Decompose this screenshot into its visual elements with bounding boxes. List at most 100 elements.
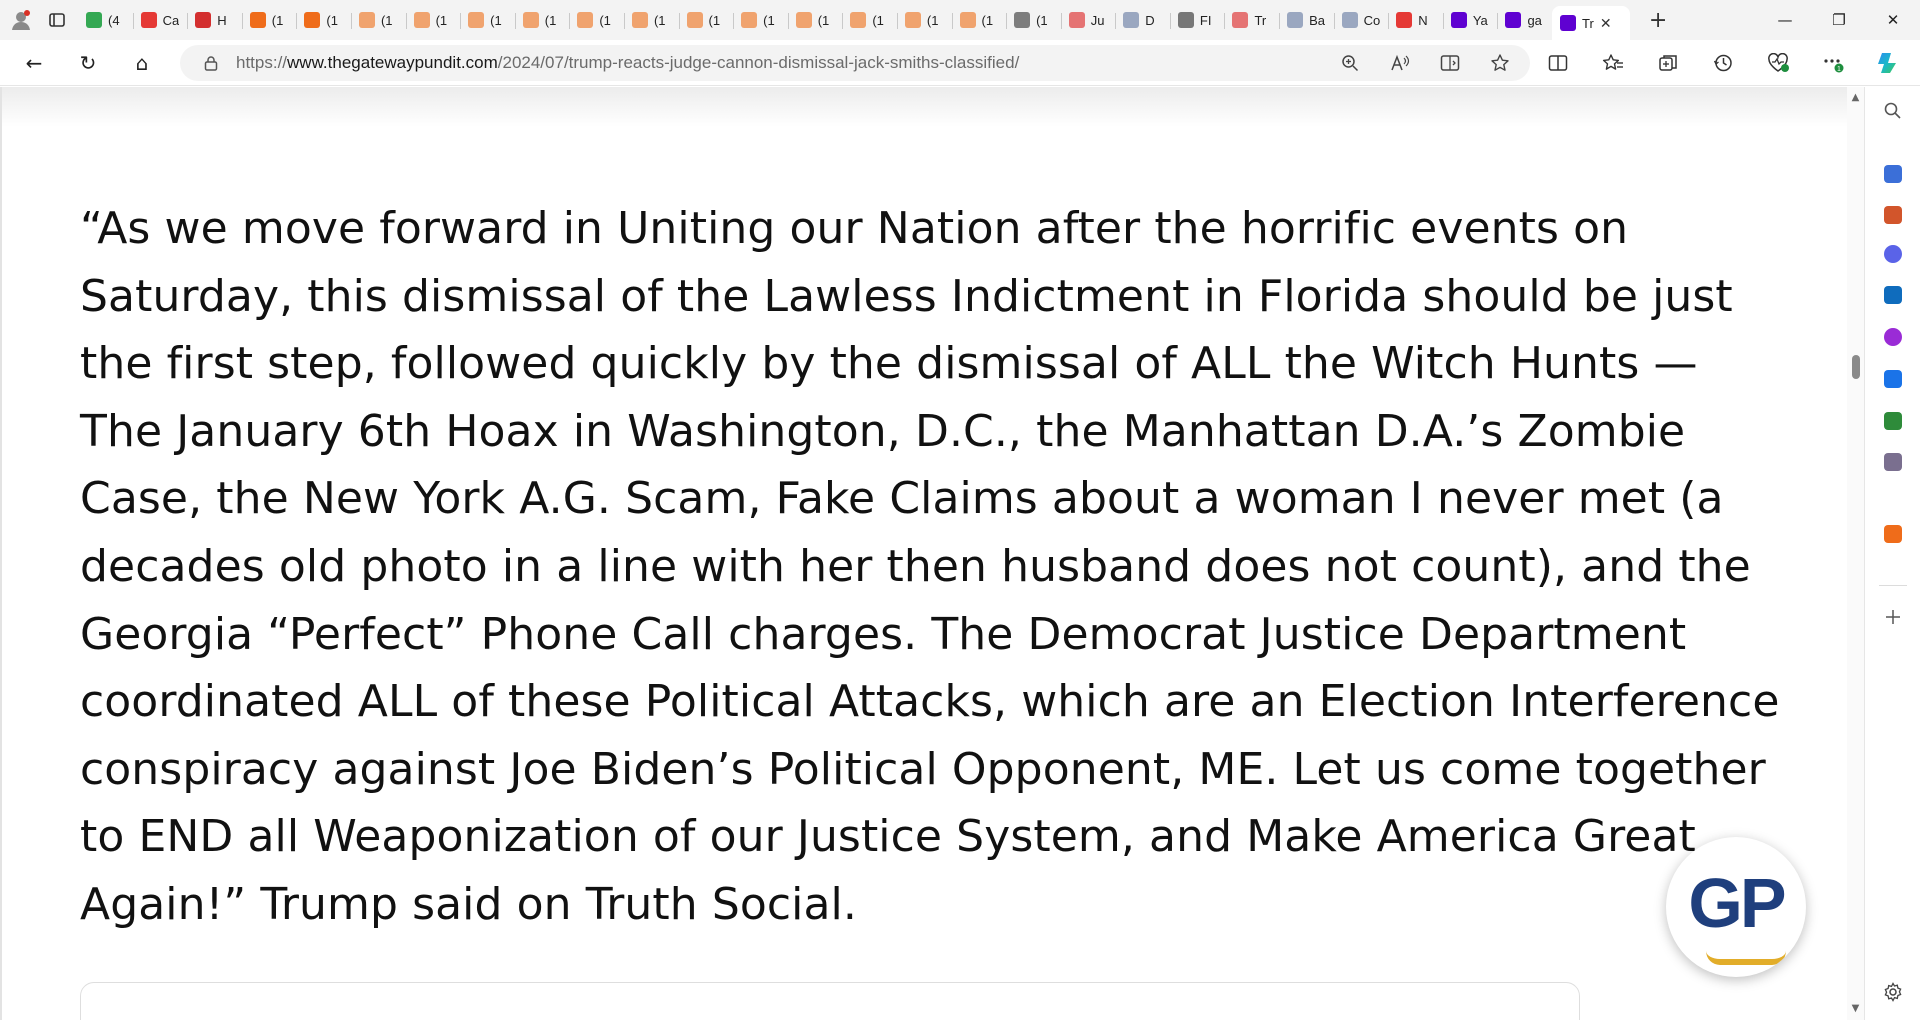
content-left-rule bbox=[0, 87, 2, 1020]
svg-text:1: 1 bbox=[1837, 66, 1841, 73]
tab-title: (1 bbox=[708, 12, 721, 28]
browser-tab[interactable]: Ba bbox=[1279, 4, 1334, 36]
copilot-icon[interactable] bbox=[1870, 45, 1906, 81]
gp-logo-badge[interactable]: GP bbox=[1666, 837, 1806, 977]
profile-button[interactable] bbox=[6, 5, 36, 35]
browser-tab[interactable]: D bbox=[1115, 4, 1170, 36]
tab-actions-button[interactable] bbox=[42, 5, 72, 35]
browser-tab[interactable]: (1 bbox=[405, 4, 461, 36]
browser-tab[interactable]: Tr bbox=[1224, 4, 1279, 36]
browser-tab[interactable]: Ya bbox=[1442, 4, 1498, 36]
browser-tab[interactable]: Ju bbox=[1060, 4, 1116, 36]
tab-title: (1 bbox=[380, 12, 393, 28]
tab-title: (1 bbox=[817, 12, 830, 28]
refresh-button[interactable]: ↻ bbox=[70, 45, 106, 81]
browser-tab[interactable]: (1 bbox=[951, 4, 1007, 36]
m365-icon[interactable] bbox=[1881, 242, 1905, 266]
browser-tab[interactable]: Co bbox=[1333, 4, 1389, 36]
browser-tab[interactable]: (1 bbox=[514, 4, 570, 36]
vertical-scrollbar[interactable]: ▲ ▼ bbox=[1847, 87, 1864, 1020]
bookmark-faded-icon bbox=[850, 12, 867, 28]
send-icon[interactable] bbox=[1881, 367, 1905, 391]
url-text[interactable]: https://www.thegatewaypundit.com/2024/07… bbox=[236, 53, 1019, 73]
browser-tab[interactable]: ga bbox=[1497, 4, 1552, 36]
close-window-button[interactable]: ✕ bbox=[1866, 0, 1920, 40]
bookmark-icon-glyph bbox=[1884, 525, 1902, 543]
browser-tab[interactable]: (1 bbox=[896, 4, 952, 36]
browser-tab[interactable]: (1 bbox=[678, 4, 734, 36]
browser-tab[interactable]: (1 bbox=[842, 4, 897, 36]
browser-tab[interactable]: (1 bbox=[241, 4, 297, 36]
tab-title: Tr bbox=[1254, 12, 1267, 28]
document-icon bbox=[1177, 12, 1194, 28]
browser-tab[interactable]: (1 bbox=[787, 4, 843, 36]
gear-icon[interactable] bbox=[1881, 980, 1905, 1004]
tag-icon[interactable] bbox=[1881, 162, 1905, 186]
games-icon-glyph bbox=[1884, 453, 1902, 471]
tab-title: (1 bbox=[271, 12, 284, 28]
browser-tab[interactable]: (1 bbox=[350, 4, 406, 36]
restore-button[interactable]: ❐ bbox=[1812, 0, 1866, 40]
browser-tab[interactable]: (1 bbox=[733, 4, 788, 36]
history-icon[interactable] bbox=[1705, 45, 1741, 81]
read-aloud-icon[interactable] bbox=[1382, 45, 1418, 81]
browser-tab[interactable]: (4 bbox=[78, 4, 133, 36]
shield-icon bbox=[1287, 12, 1304, 28]
scroll-down-arrow-icon[interactable]: ▼ bbox=[1850, 1004, 1861, 1014]
tab-title: (1 bbox=[544, 12, 557, 28]
favorites-icon[interactable] bbox=[1595, 45, 1631, 81]
browser-tab[interactable]: (1 bbox=[460, 4, 515, 36]
zoom-icon[interactable] bbox=[1332, 45, 1368, 81]
embedded-post-card[interactable] bbox=[80, 982, 1580, 1020]
more-icon[interactable]: 1 bbox=[1815, 45, 1851, 81]
tab-title: Ba bbox=[1309, 12, 1325, 28]
bookmark-faded-icon bbox=[522, 12, 539, 28]
outlook-icon[interactable] bbox=[1881, 283, 1905, 307]
minimize-button[interactable]: — bbox=[1758, 0, 1812, 40]
drop-icon[interactable] bbox=[1881, 325, 1905, 349]
refresh-icon: ↻ bbox=[79, 50, 97, 75]
split-screen-icon[interactable] bbox=[1540, 45, 1576, 81]
gp-logo-swoosh bbox=[1706, 951, 1786, 965]
bookmark-icon[interactable] bbox=[1881, 522, 1905, 546]
browser-tab[interactable]: (1 bbox=[1006, 4, 1061, 36]
page-viewport: “As we move forward in Uniting our Natio… bbox=[0, 87, 1847, 1020]
browser-tab[interactable]: (1 bbox=[296, 4, 351, 36]
tab-title: (1 bbox=[981, 12, 994, 28]
tree-icon[interactable] bbox=[1881, 409, 1905, 433]
browser-tab[interactable]: H bbox=[187, 4, 242, 36]
collections-icon[interactable] bbox=[1650, 45, 1686, 81]
browser-tab[interactable]: (1 bbox=[569, 4, 624, 36]
outlook-icon-glyph bbox=[1884, 286, 1902, 304]
briefcase-icon[interactable] bbox=[1881, 203, 1905, 227]
scroll-thumb[interactable] bbox=[1852, 355, 1860, 379]
bookmark-faded-icon bbox=[413, 12, 430, 28]
scroll-up-arrow-icon[interactable]: ▲ bbox=[1850, 93, 1861, 103]
close-tab-icon[interactable]: ✕ bbox=[1600, 15, 1612, 32]
search-icon[interactable] bbox=[1881, 101, 1905, 125]
profile-avatar-icon bbox=[12, 10, 30, 30]
browser-tab[interactable]: Ca bbox=[132, 4, 188, 36]
browser-tab[interactable]: FI bbox=[1169, 4, 1225, 36]
browser-tab[interactable]: N bbox=[1388, 4, 1443, 36]
tab-title: Ya bbox=[1472, 12, 1488, 28]
favorite-star-icon[interactable] bbox=[1482, 45, 1518, 81]
new-tab-button[interactable]: + bbox=[1640, 5, 1676, 35]
tab-title: FI bbox=[1199, 12, 1212, 28]
performance-icon[interactable] bbox=[1760, 45, 1796, 81]
home-icon: ⌂ bbox=[135, 50, 149, 75]
active-browser-tab[interactable]: Tr ✕ bbox=[1552, 6, 1631, 40]
back-button[interactable]: ← bbox=[16, 45, 52, 81]
home-button[interactable]: ⌂ bbox=[124, 45, 160, 81]
youtube-icon bbox=[140, 12, 157, 28]
immersive-reader-icon[interactable] bbox=[1432, 45, 1468, 81]
add-icon[interactable] bbox=[1881, 607, 1905, 631]
add-icon-glyph bbox=[1884, 608, 1902, 630]
games-icon[interactable] bbox=[1881, 450, 1905, 474]
bookmark-faded-icon bbox=[741, 12, 758, 28]
browser-tab[interactable]: (1 bbox=[623, 4, 679, 36]
bookmark-faded-icon bbox=[959, 12, 976, 28]
lock-icon[interactable] bbox=[202, 54, 220, 72]
address-bar[interactable]: https://www.thegatewaypundit.com/2024/07… bbox=[180, 45, 1530, 81]
tab-title: N bbox=[1418, 12, 1428, 28]
